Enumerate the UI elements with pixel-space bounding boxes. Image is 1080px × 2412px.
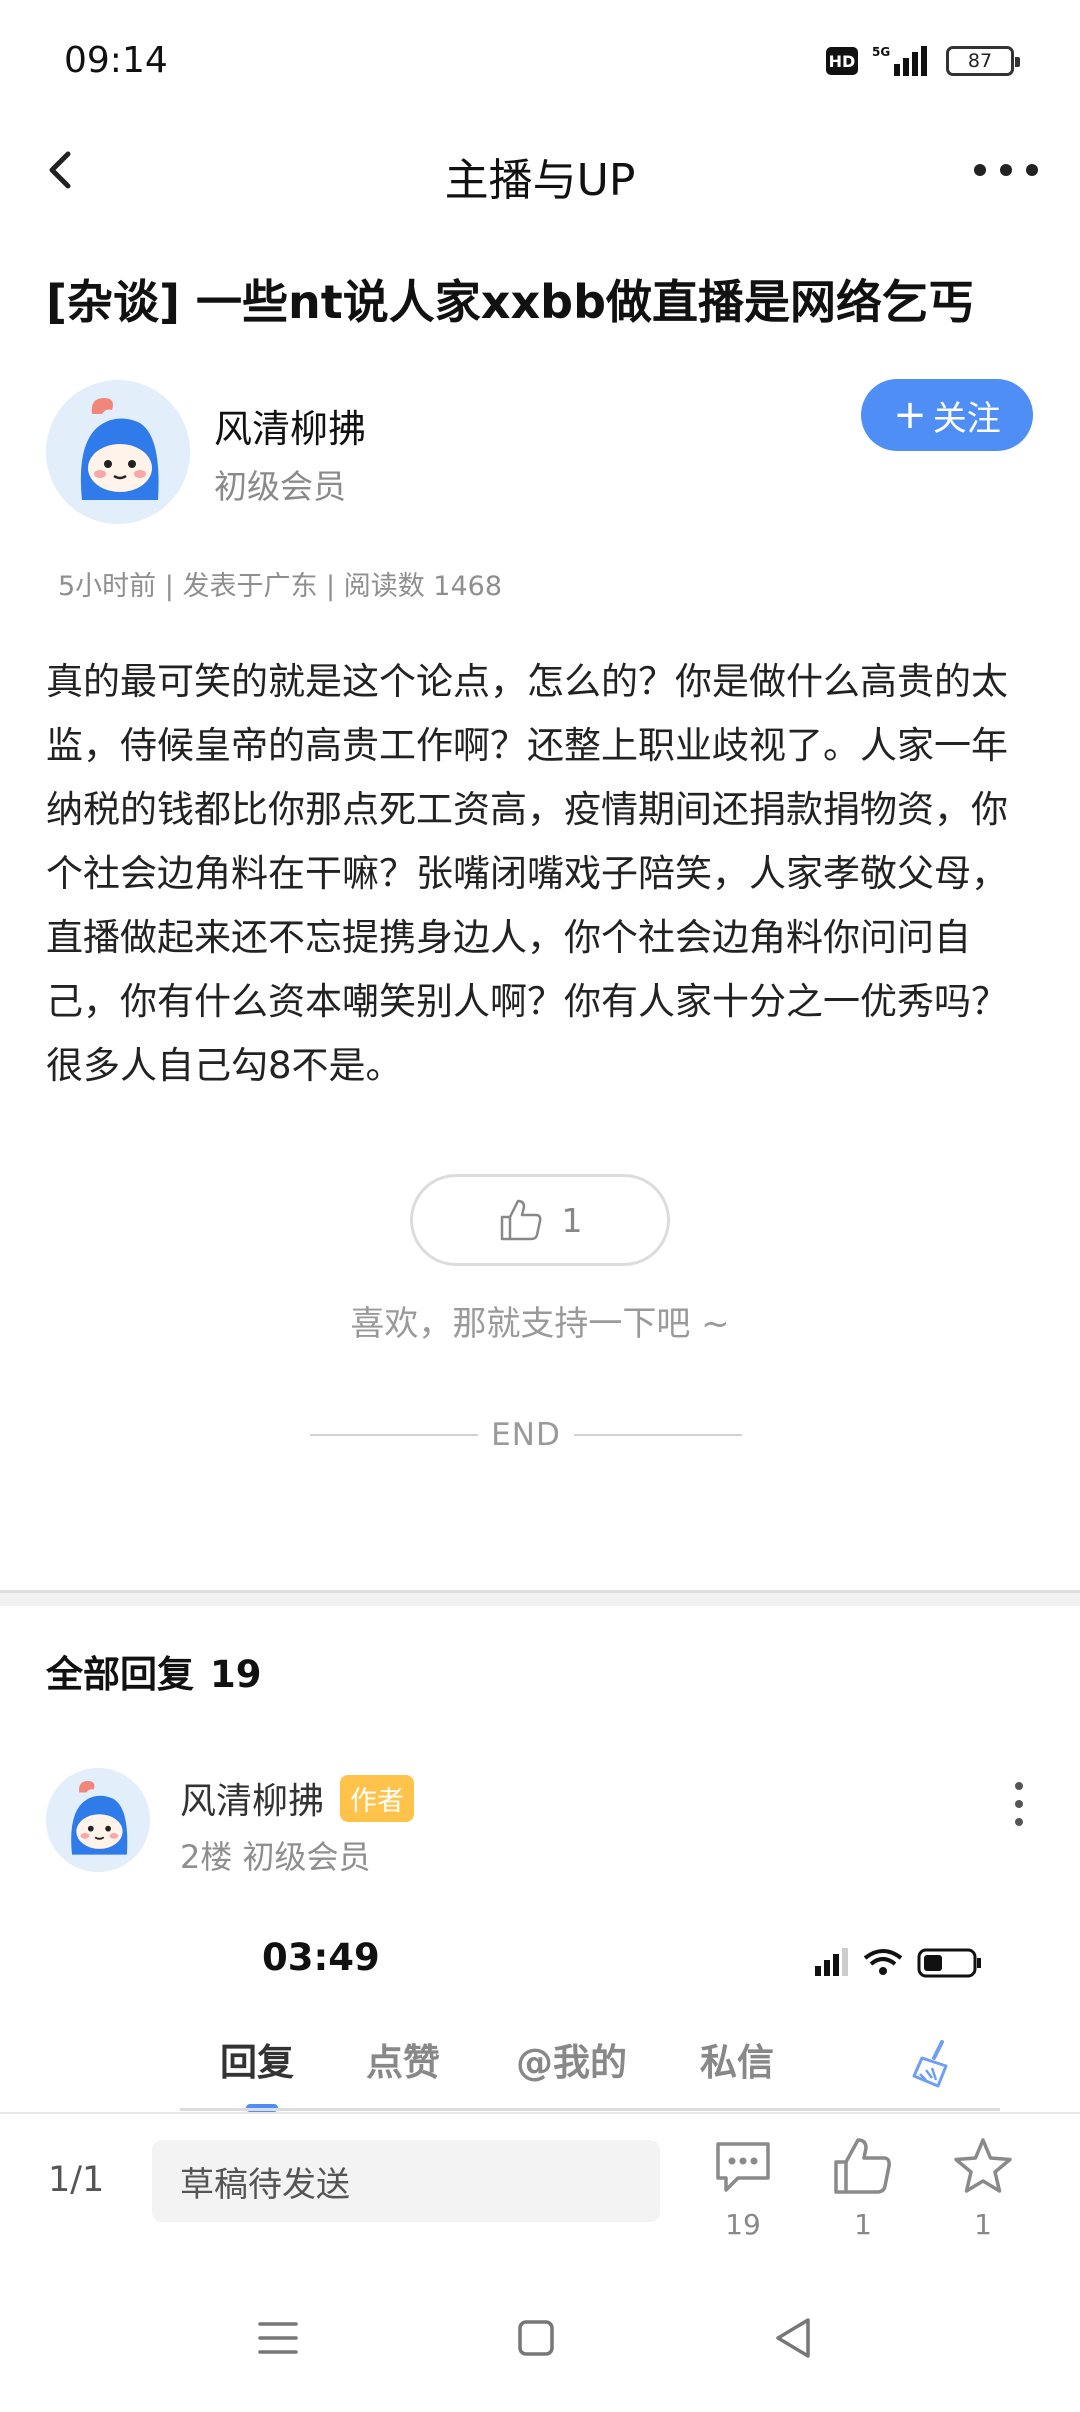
post-meta: 5小时前 | 发表于广东 | 阅读数 1468 [58,571,502,602]
replies-count: 19 [210,1653,262,1696]
embedded-tab-mentions: @我的 [516,2041,627,2084]
battery-icon: 87 [946,46,1020,76]
author-level: 初级会员 [214,467,346,506]
star-icon [954,2138,1012,2193]
home-icon[interactable] [506,2308,566,2368]
reply-meta: 2楼 初级会员 [180,1838,371,1876]
follow-label: 关注 [932,398,1001,439]
author-avatar[interactable] [46,380,190,524]
end-label: END [491,1417,561,1453]
embedded-tab-reply: 回复 [220,2041,294,2084]
broom-icon [912,2040,948,2088]
page-title: 主播与UP [444,155,636,206]
section-divider [0,1590,1080,1606]
battery-level: 87 [967,50,993,72]
reply-draft-input[interactable]: 草稿待发送 [152,2140,660,2222]
status-time: 09:14 [64,40,168,81]
replies-header: 全部回复 19 [46,1644,262,1698]
divider-line [310,1434,478,1436]
reply-avatar[interactable] [46,1768,150,1872]
favorite-button[interactable]: 1 [938,2136,1028,2256]
author-name[interactable]: 风清柳拂 [214,398,366,453]
like-button[interactable]: 1 [410,1174,670,1266]
draft-placeholder: 草稿待发送 [180,2164,350,2205]
top-nav-bar: 主播与UP [0,120,1080,220]
more-vertical-icon[interactable] [1004,1774,1034,1834]
page-indicator[interactable]: 1/1 [48,2160,104,2200]
comment-icon [716,2142,770,2192]
post-title: [杂谈] 一些nt说人家xxbb做直播是网络乞丐 [46,275,974,329]
reply-image[interactable]: 03:49 回复 点赞 @我的 私信 [180,1900,1025,2112]
reply-author: 风清柳拂 作者 [180,1772,415,1824]
svg-text:5G: 5G [872,45,890,59]
likes-count: 1 [854,2208,872,2241]
like-count: 1 [561,1200,583,1240]
support-prompt: 喜欢，那就支持一下吧 ~ [350,1304,730,1344]
avatar-mascot-icon [46,1768,150,1872]
like-bar-button[interactable]: 1 [818,2136,908,2256]
reply-author-name[interactable]: 风清柳拂 [180,1772,324,1824]
cellular-signal-icon: 5G [872,45,927,76]
end-marker: END [310,1410,742,1460]
author-badge: 作者 [340,1774,415,1822]
favorites-count: 1 [974,2208,992,2241]
more-horizontal-icon[interactable] [966,142,1046,198]
embedded-divider [180,2108,1000,2111]
status-bar: 09:14 HD 5G 87 [0,0,1080,120]
plus-icon: + [893,392,927,438]
divider-line [574,1434,742,1436]
embedded-tab-messages: 私信 [700,2041,774,2084]
comments-button[interactable]: 19 [698,2136,788,2256]
status-indicators: HD 5G 87 [826,44,1020,78]
follow-button[interactable]: + 关注 [861,379,1033,451]
comments-count: 19 [725,2208,761,2241]
embedded-tab-likes: 点赞 [366,2041,440,2084]
replies-title: 全部回复 [46,1653,194,1696]
embedded-time: 03:49 [262,1936,380,1979]
thumbs-up-icon [500,1199,541,1241]
menu-icon[interactable] [248,2308,308,2368]
avatar-mascot-icon [46,380,190,524]
system-nav-bar [0,2262,1080,2412]
embedded-status-icons [815,1948,981,1978]
bottom-action-bar: 1/1 草稿待发送 19 1 1 [0,2112,1080,2262]
back-triangle-icon[interactable] [764,2308,824,2368]
thumbs-up-icon [834,2138,891,2194]
embedded-tabs: 回复 点赞 @我的 私信 [220,2032,990,2092]
hd-icon: HD [826,47,858,75]
post-body: 真的最可笑的就是这个论点，怎么的？你是做什么高贵的太监，侍候皇帝的高贵工作啊？还… [46,660,1008,1087]
